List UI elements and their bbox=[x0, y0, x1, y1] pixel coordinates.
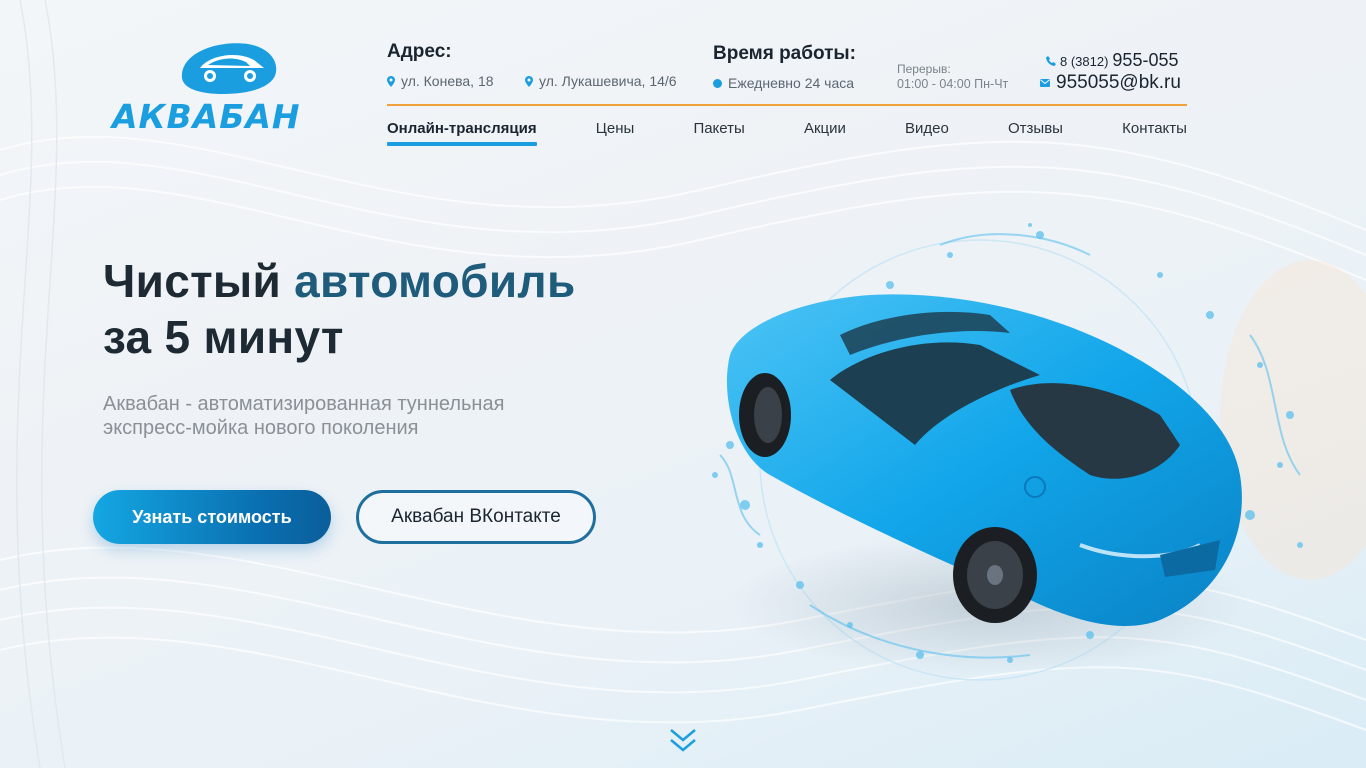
map-pin-icon bbox=[387, 75, 395, 87]
get-price-button[interactable]: Узнать стоимость bbox=[93, 490, 331, 544]
address-item[interactable]: ул. Конева, 18 bbox=[387, 73, 494, 89]
address-item[interactable]: ул. Лукашевича, 14/6 bbox=[525, 73, 677, 89]
address-text: ул. Лукашевича, 14/6 bbox=[539, 73, 677, 89]
nav-item-promotions[interactable]: Акции bbox=[804, 118, 846, 146]
car-illustration bbox=[712, 223, 1303, 681]
header-divider bbox=[387, 104, 1187, 106]
hero-title-accent: автомобиль bbox=[294, 255, 576, 307]
phone-code: 8 (3812) bbox=[1060, 54, 1109, 69]
phone-link[interactable]: 8 (3812) 955-055 bbox=[1046, 50, 1178, 71]
phone-number: 955-055 bbox=[1112, 50, 1179, 70]
address-title: Адрес: bbox=[387, 41, 452, 62]
nav-item-reviews[interactable]: Отзывы bbox=[1008, 118, 1063, 146]
hours-text: Ежедневно 24 часа bbox=[728, 75, 855, 91]
vk-button[interactable]: Аквабан ВКонтакте bbox=[356, 490, 596, 544]
chevron-down-icon[interactable] bbox=[668, 726, 698, 756]
logo-text: АКВАБАН bbox=[112, 97, 301, 136]
clock-icon bbox=[713, 78, 722, 88]
break-value: 01:00 - 04:00 Пн-Чт bbox=[897, 77, 1009, 91]
brand-logo[interactable]: АКВАБАН bbox=[112, 38, 332, 138]
nav-item-prices[interactable]: Цены bbox=[596, 118, 635, 146]
hero-title-part: Чистый bbox=[103, 255, 295, 307]
nav-item-contacts[interactable]: Контакты bbox=[1122, 118, 1187, 146]
hero-subtitle: Аквабан - автоматизированная туннельная … bbox=[103, 393, 505, 439]
email-link[interactable]: 955055@bk.ru bbox=[1040, 72, 1181, 94]
nav-item-live-stream[interactable]: Онлайн-трансляция bbox=[387, 118, 537, 146]
nav-item-video[interactable]: Видео bbox=[905, 118, 949, 146]
hero-title-line2: за 5 минут bbox=[103, 311, 344, 363]
car-logo-icon bbox=[181, 43, 277, 94]
map-pin-icon bbox=[525, 75, 533, 87]
address-text: ул. Конева, 18 bbox=[401, 73, 494, 89]
mail-icon bbox=[1040, 79, 1050, 87]
nav-item-packages[interactable]: Пакеты bbox=[693, 118, 744, 146]
hours-item: Ежедневно 24 часа bbox=[713, 75, 854, 91]
email-text: 955055@bk.ru bbox=[1056, 72, 1181, 93]
hours-title: Время работы: bbox=[713, 43, 856, 64]
hero-title: Чистый автомобиль за 5 минут bbox=[103, 253, 576, 365]
break-label: Перерыв: bbox=[897, 62, 951, 76]
phone-icon bbox=[1046, 56, 1056, 66]
main-nav: Онлайн-трансляция Цены Пакеты Акции Виде… bbox=[387, 118, 1187, 148]
